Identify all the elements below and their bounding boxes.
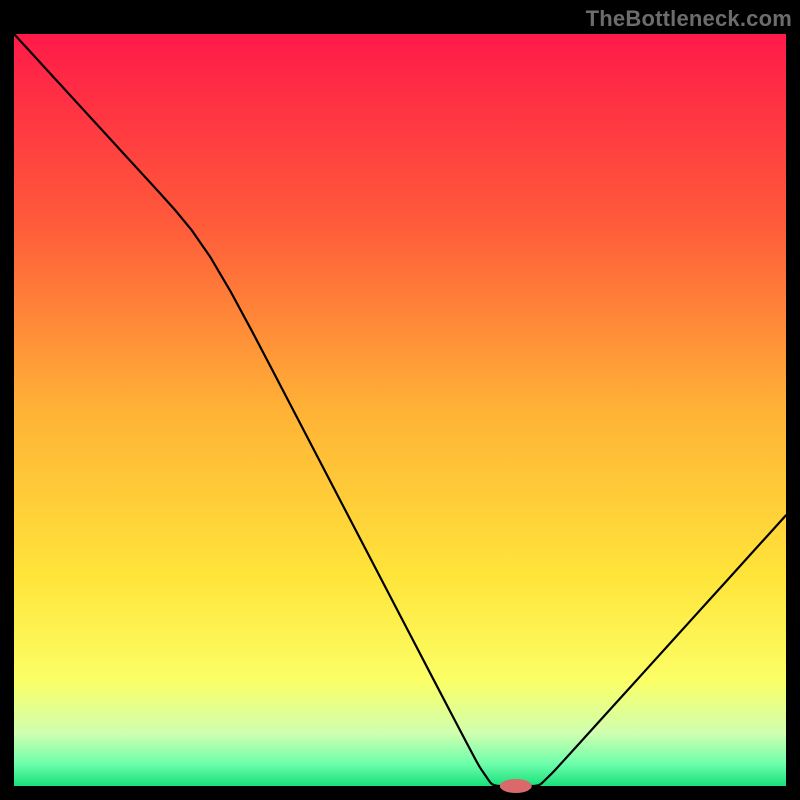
- chart-container: TheBottleneck.com: [0, 0, 800, 800]
- bottleneck-chart: [0, 0, 800, 800]
- optimal-marker: [500, 779, 532, 793]
- watermark-text: TheBottleneck.com: [586, 6, 792, 32]
- plot-area: [14, 34, 786, 786]
